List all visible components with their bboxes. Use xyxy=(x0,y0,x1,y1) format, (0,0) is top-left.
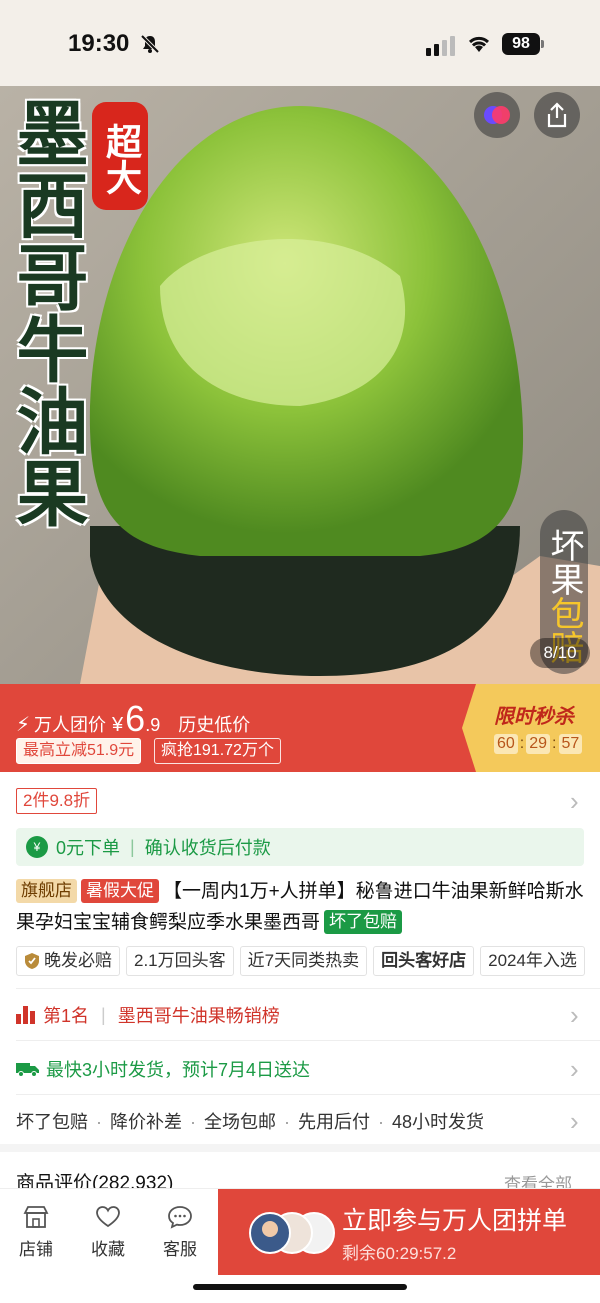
countdown-seconds: 57 xyxy=(558,734,583,754)
flash-sale-title: 限时秒杀 xyxy=(494,706,574,728)
muted-bell-icon xyxy=(140,34,160,54)
chip-selected-year: 2024年入选 xyxy=(480,946,585,976)
store-icon xyxy=(23,1206,49,1228)
cta-main-label: 立即参与万人团拼单 xyxy=(342,1207,568,1235)
share-button[interactable] xyxy=(534,92,580,138)
service-item: 全场包邮 xyxy=(204,1112,276,1132)
tab-favorite[interactable]: 收藏 xyxy=(78,1205,138,1260)
divider xyxy=(16,1094,600,1095)
status-bar: 19:30 98 xyxy=(0,0,600,86)
chevron-right-icon[interactable]: › xyxy=(570,786,579,817)
flash-sale-panel: 限时秒杀 60: 29: 57 xyxy=(462,684,600,772)
truck-icon xyxy=(16,1063,39,1077)
mini-program-button[interactable] xyxy=(474,92,520,138)
service-item: 坏了包赔 xyxy=(16,1112,88,1132)
price-row: ⚡ 万人团价 ¥ 6 .9 历史低价 xyxy=(16,698,250,740)
product-image-carousel[interactable]: 墨西哥牛油果 超大 坏果包赔 8/10 xyxy=(0,86,600,684)
wifi-icon xyxy=(468,36,490,52)
divider xyxy=(16,1040,600,1041)
flash-notch xyxy=(462,684,476,772)
sold-count-tag: 疯抢191.72万个 xyxy=(154,738,281,764)
service-item: 先用后付 xyxy=(298,1112,370,1132)
chevron-right-icon[interactable]: › xyxy=(570,1106,579,1137)
ranking-icon xyxy=(16,1006,35,1024)
shipping-row[interactable]: 最快3小时发货，预计7月4日送达 xyxy=(16,1056,310,1082)
zero-pay-separator: | xyxy=(130,836,135,857)
summer-sale-pill: 暑假大促 xyxy=(81,879,159,903)
service-row[interactable]: 坏了包赔 · 降价补差 · 全场包邮 · 先用后付 · 48小时发货 xyxy=(16,1108,484,1134)
shield-icon xyxy=(25,953,39,969)
rank-number: 第1名 xyxy=(43,1006,90,1026)
cta-countdown: 剩余60:29:57.2 xyxy=(342,1244,457,1263)
hero-overlay-title: 墨西哥牛油果 xyxy=(4,96,88,528)
zero-pay-banner: ¥ 0元下单 | 确认收货后付款 xyxy=(16,828,584,866)
participant-avatars xyxy=(249,1212,335,1254)
service-dot: · xyxy=(284,1112,290,1132)
service-dot: · xyxy=(96,1112,102,1132)
app-logo-icon xyxy=(484,106,510,124)
rank-separator: | xyxy=(101,1004,106,1025)
countdown-hours: 60 xyxy=(494,734,518,754)
hero-tag-white: 坏果 xyxy=(544,528,584,596)
price-integer: 6 xyxy=(125,698,146,739)
flagship-pill: 旗舰店 xyxy=(16,879,77,903)
tab-label: 收藏 xyxy=(91,1240,125,1259)
currency-symbol: ¥ xyxy=(112,714,124,736)
service-item: 降价补差 xyxy=(110,1112,182,1132)
zero-pay-label: 0元下单 xyxy=(56,838,121,858)
chat-icon xyxy=(168,1206,192,1229)
tab-customer-service[interactable]: 客服 xyxy=(150,1205,210,1260)
share-icon xyxy=(547,102,567,128)
chip-good-shop: 回头客好店 xyxy=(373,946,475,976)
service-item: 48小时发货 xyxy=(392,1112,485,1132)
price-decimal: .9 xyxy=(145,715,161,735)
avocado-photo xyxy=(0,86,600,684)
lightning-icon: ⚡ xyxy=(16,714,31,736)
ranking-row[interactable]: 第1名 | 墨西哥牛油果畅销榜 xyxy=(16,1002,280,1028)
divider xyxy=(16,988,600,989)
battery-level: 98 xyxy=(502,33,540,55)
join-group-buy-button[interactable]: 立即参与万人团拼单 剩余60:29:57.2 xyxy=(218,1189,600,1275)
chip-returning: 2.1万回头客 xyxy=(126,946,234,976)
chip-late-ship: 晚发必赔 xyxy=(16,946,120,976)
service-dot: · xyxy=(190,1112,196,1132)
service-dot: · xyxy=(378,1112,384,1132)
status-time: 19:30 xyxy=(68,30,130,57)
chevron-right-icon[interactable]: › xyxy=(570,1000,579,1031)
guarantee-pill: 坏了包赔 xyxy=(324,910,403,934)
flash-countdown: 60: 29: 57 xyxy=(494,734,583,754)
pay-badge-icon: ¥ xyxy=(26,836,48,858)
zero-pay-note: 确认收货后付款 xyxy=(144,838,271,858)
reviews-header: 商品评价(282,932) 查看全部 xyxy=(0,1152,600,1194)
tab-label: 客服 xyxy=(163,1240,197,1259)
image-pager: 8/10 xyxy=(530,638,590,668)
home-indicator[interactable] xyxy=(193,1284,407,1290)
tab-store[interactable]: 店铺 xyxy=(6,1205,66,1260)
rank-list-name: 墨西哥牛油果畅销榜 xyxy=(117,1006,280,1026)
product-info-card: 2件9.8折 › ¥ 0元下单 | 确认收货后付款 旗舰店 暑假大促 【一周内1万+… xyxy=(0,772,600,1144)
tab-label: 店铺 xyxy=(19,1240,53,1259)
chip-hot: 近7天同类热卖 xyxy=(239,946,368,976)
cellular-signal-icon xyxy=(426,36,455,56)
hero-size-badge: 超大 xyxy=(92,102,148,210)
shipping-text: 最快3小时发货，预计7月4日送达 xyxy=(46,1060,311,1080)
chevron-right-icon[interactable]: › xyxy=(570,1054,579,1085)
reduce-tag: 最高立减51.9元 xyxy=(16,738,142,764)
feature-chips: 晚发必赔 2.1万回头客 近7天同类热卖 回头客好店 2024年入选 xyxy=(16,946,600,976)
multi-buy-discount[interactable]: 2件9.8折 xyxy=(16,788,98,814)
price-label: 万人团价 xyxy=(34,715,107,735)
product-title: 旗舰店 暑假大促 【一周内1万+人拼单】秘鲁进口牛油果新鲜哈斯水果孕妇宝宝辅食鳄梨应… xyxy=(16,876,588,938)
heart-icon xyxy=(96,1206,120,1228)
battery-tip xyxy=(541,40,544,48)
chip-label: 晚发必赔 xyxy=(44,951,112,970)
history-low-label: 历史低价 xyxy=(178,715,251,735)
countdown-minutes: 29 xyxy=(526,734,551,754)
